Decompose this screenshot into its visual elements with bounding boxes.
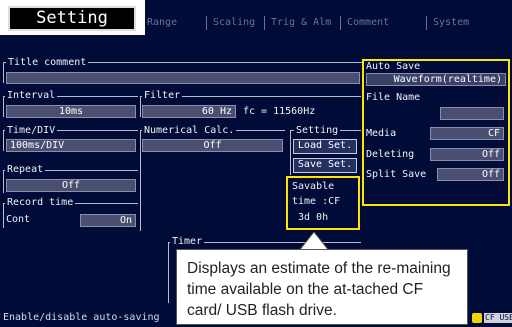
- record-time-mode: Cont: [6, 214, 31, 225]
- title-comment-label: Title comment: [6, 57, 89, 69]
- deleting-field[interactable]: Off: [430, 148, 504, 161]
- tab-bar: Range Scaling Trig & Alm Comment System: [140, 16, 512, 30]
- repeat-field[interactable]: Off: [6, 179, 136, 192]
- numerical-calc-label: Numerical Calc.: [142, 125, 237, 137]
- filter-label: Filter: [142, 90, 183, 102]
- file-name-field[interactable]: [440, 107, 504, 120]
- tab-scaling[interactable]: Scaling: [206, 16, 264, 30]
- setting-group-label: Setting: [294, 125, 341, 137]
- media-field[interactable]: CF: [430, 127, 504, 140]
- record-time-field[interactable]: On: [80, 214, 136, 227]
- screen-title-frame: Setting: [0, 0, 145, 35]
- numerical-calc-field[interactable]: Off: [142, 139, 283, 152]
- timer-label: Timer: [170, 236, 205, 248]
- tab-range[interactable]: Range: [140, 16, 206, 30]
- explanation-callout: Displays an estimate of the re-maining t…: [176, 249, 468, 325]
- storage-status: CF USB: [484, 313, 512, 323]
- savable-time-label: Savable: [292, 181, 335, 192]
- interval-label: Interval: [5, 90, 58, 102]
- screen-title[interactable]: Setting: [8, 6, 136, 31]
- auto-save-label: Auto Save: [366, 61, 421, 72]
- auto-save-mode-field[interactable]: Waveform(realtime): [366, 73, 506, 86]
- split-save-label: Split Save: [366, 169, 427, 180]
- interval-field[interactable]: 10ms: [6, 105, 136, 118]
- repeat-label: Repeat: [5, 164, 46, 176]
- split-save-field[interactable]: Off: [437, 168, 504, 181]
- cf-card-icon: [472, 313, 482, 323]
- record-time-label: Record time: [5, 197, 76, 209]
- time-div-field[interactable]: 100ms/DIV: [6, 139, 136, 152]
- savable-time-media: time :CF: [292, 196, 341, 207]
- load-settings-button[interactable]: Load Set.: [293, 139, 357, 154]
- deleting-label: Deleting: [366, 149, 415, 160]
- file-name-label: File Name: [366, 92, 421, 103]
- tab-trig-alm[interactable]: Trig & Alm: [264, 16, 340, 30]
- status-hint: Enable/disable auto-saving: [3, 312, 160, 323]
- title-comment-field[interactable]: [6, 72, 360, 84]
- save-settings-button[interactable]: Save Set.: [293, 158, 357, 173]
- media-label: Media: [366, 128, 397, 139]
- tab-system[interactable]: System: [426, 16, 512, 30]
- filter-fc-readout: fc = 11560Hz: [243, 106, 316, 117]
- savable-time-value: 3d 0h: [298, 212, 329, 223]
- time-div-label: Time/DIV: [5, 125, 58, 137]
- filter-field[interactable]: 60 Hz: [142, 105, 236, 118]
- tab-comment[interactable]: Comment: [340, 16, 426, 30]
